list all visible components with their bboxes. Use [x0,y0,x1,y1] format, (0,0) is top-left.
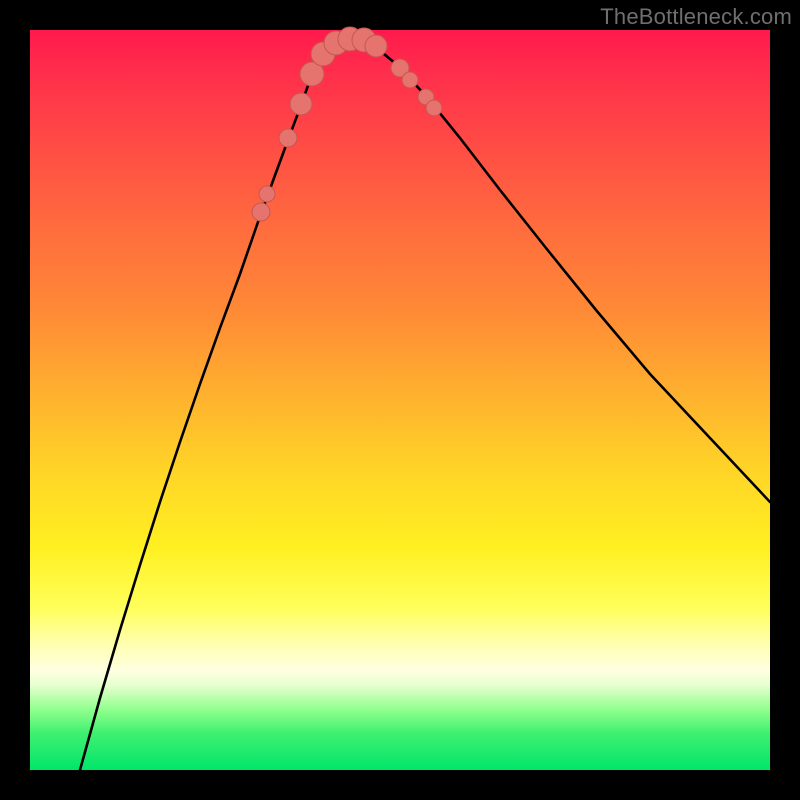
curve-marker [290,93,312,115]
plot-area [30,30,770,770]
curve-marker [426,100,442,116]
curve-marker [365,35,387,57]
curve-marker [252,203,270,221]
curve-marker [402,72,418,88]
chart-frame: TheBottleneck.com [0,0,800,800]
watermark-text: TheBottleneck.com [600,4,792,30]
bottleneck-curve [80,38,770,770]
curve-layer [30,30,770,770]
curve-marker [279,129,297,147]
curve-marker [259,186,275,202]
curve-markers [252,27,442,221]
